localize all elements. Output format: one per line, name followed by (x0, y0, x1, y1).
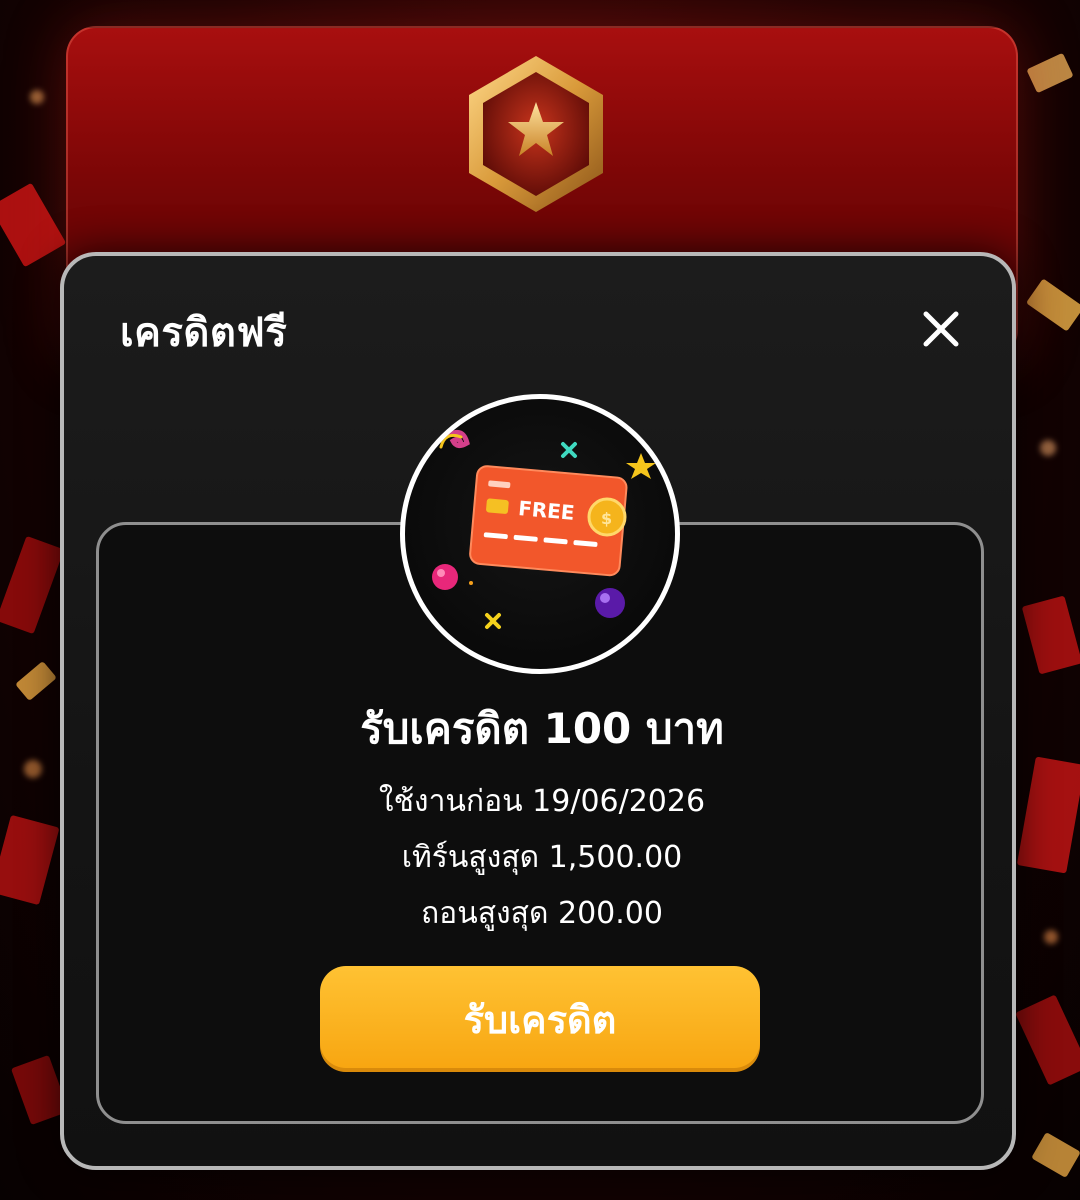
svg-text:$: $ (601, 509, 612, 528)
card-free-text: FREE (517, 496, 575, 525)
confetti (1031, 1132, 1080, 1178)
max-turnover-text: เทิร์นสูงสุด 1,500.00 (401, 840, 683, 875)
confetti (0, 814, 60, 906)
expiry-text: ใช้งานก่อน 19/06/2026 (378, 784, 706, 819)
max-withdraw-text: ถอนสูงสุด 200.00 (421, 896, 663, 931)
confetti (15, 661, 57, 701)
background: เครดิตฟรี FREE $ รับเครดิต 100 บาท ใช้งา… (0, 0, 1080, 1200)
bokeh-light (30, 90, 44, 104)
confetti (1021, 595, 1080, 675)
close-icon[interactable] (918, 306, 964, 352)
confetti (1016, 756, 1080, 874)
confetti (1015, 994, 1080, 1086)
free-credit-card-icon: FREE $ (432, 429, 656, 629)
confetti (0, 182, 67, 268)
bokeh-light (1044, 930, 1058, 944)
bokeh-light (24, 760, 42, 778)
reward-icon-circle: FREE $ (400, 394, 680, 674)
confetti (1026, 52, 1074, 94)
claim-credit-button[interactable]: รับเครดิต (320, 966, 760, 1072)
modal-title: เครดิตฟรี (120, 310, 288, 356)
bokeh-light (1040, 440, 1056, 456)
free-credit-modal: เครดิตฟรี FREE $ รับเครดิต 100 บาท ใช้งา… (60, 252, 1016, 1170)
star-hexagon-badge-icon (469, 56, 603, 212)
confetti (0, 535, 65, 635)
claim-credit-label: รับเครดิต (463, 997, 617, 1042)
reward-headline: รับเครดิต 100 บาท (360, 704, 724, 753)
confetti (1025, 278, 1080, 332)
